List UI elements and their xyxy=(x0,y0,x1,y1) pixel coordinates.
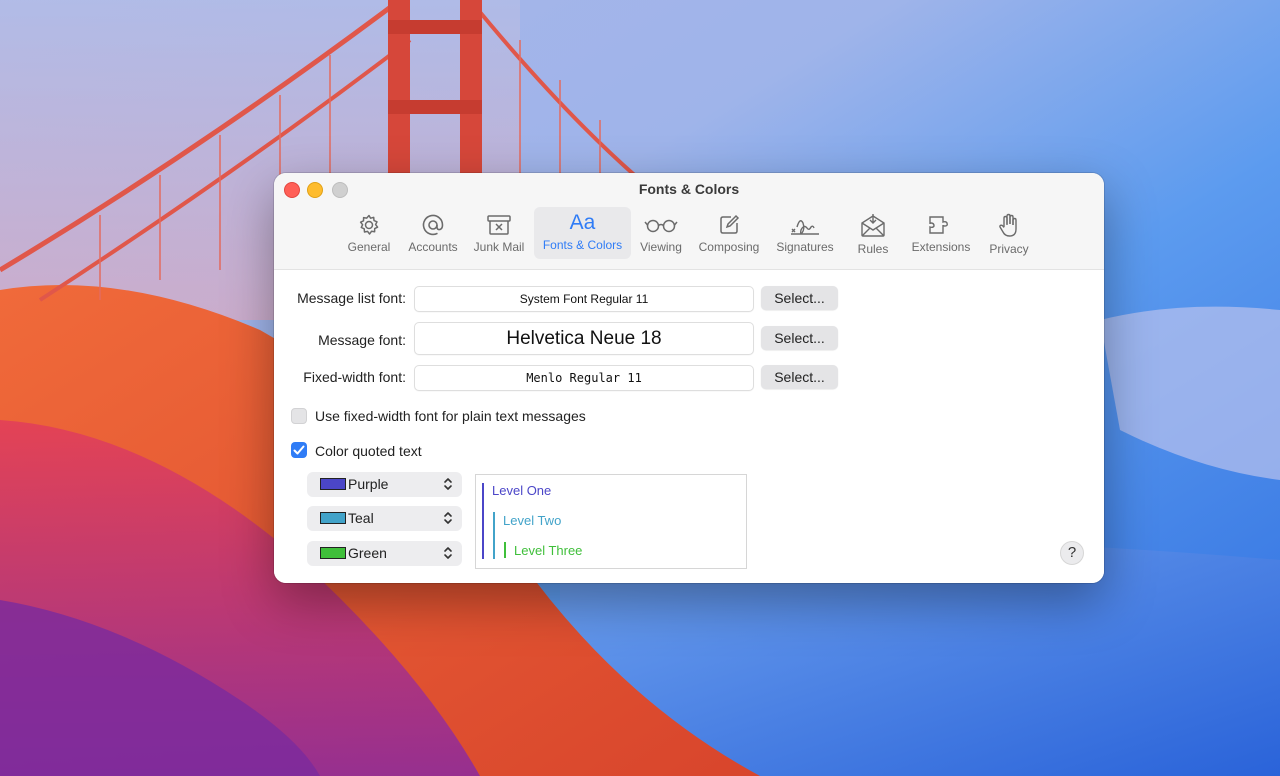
tab-junk-mail-label: Junk Mail xyxy=(473,240,525,254)
preferences-toolbar: General Accounts Junk Mail Aa Fonts & Co… xyxy=(274,207,1104,263)
compose-icon xyxy=(720,214,740,234)
tab-rules-label: Rules xyxy=(857,242,889,256)
level-three-color-name: Green xyxy=(348,545,387,561)
level-one-color-name: Purple xyxy=(348,476,389,492)
puzzle-icon xyxy=(929,216,948,234)
level-three-text: Level Three xyxy=(514,543,583,558)
at-sign-icon xyxy=(422,214,444,236)
level-two-bar xyxy=(493,512,495,559)
tab-composing-label: Composing xyxy=(698,240,760,254)
tab-composing[interactable]: Composing xyxy=(694,207,764,259)
tab-privacy-label: Privacy xyxy=(989,242,1029,256)
green-swatch xyxy=(320,547,346,559)
tab-signatures[interactable]: Signatures xyxy=(772,207,838,259)
popup-chevron-icon xyxy=(444,547,452,559)
tab-fonts-colors[interactable]: Aa Fonts & Colors xyxy=(534,207,631,259)
tab-privacy[interactable]: Privacy xyxy=(984,207,1034,259)
fonts-icon: Aa xyxy=(569,211,596,234)
tab-accounts[interactable]: Accounts xyxy=(404,207,462,259)
level-two-color-popup[interactable]: Teal xyxy=(307,506,462,531)
rules-envelope-icon xyxy=(861,214,885,237)
level-two-text: Level Two xyxy=(503,513,562,528)
gear-icon xyxy=(359,214,379,235)
tab-accounts-label: Accounts xyxy=(408,240,458,254)
fixed-width-font-field: Menlo Regular 11 xyxy=(414,365,754,391)
junk-mail-icon xyxy=(487,215,511,235)
tab-junk-mail[interactable]: Junk Mail xyxy=(470,207,528,259)
help-button[interactable]: ? xyxy=(1060,541,1084,565)
message-font-label: Message font: xyxy=(318,332,406,348)
signature-icon xyxy=(791,220,819,235)
tab-general[interactable]: General xyxy=(344,207,394,259)
fixed-width-font-label: Fixed-width font: xyxy=(303,369,406,385)
message-font-field: Helvetica Neue 18 xyxy=(414,322,754,355)
checkmark-icon xyxy=(293,445,305,455)
purple-swatch xyxy=(320,478,346,490)
title-bar: Fonts & Colors General Accounts Junk Mai… xyxy=(274,173,1104,270)
window-title: Fonts & Colors xyxy=(638,181,740,197)
tab-signatures-label: Signatures xyxy=(776,240,834,254)
level-two-color-name: Teal xyxy=(348,510,374,526)
preferences-window: Fonts & Colors General Accounts Junk Mai… xyxy=(274,173,1104,583)
fixed-width-font-select-button[interactable]: Select... xyxy=(761,365,838,389)
level-one-bar xyxy=(482,483,484,559)
color-quoted-text-checkbox[interactable] xyxy=(291,442,307,458)
glasses-icon xyxy=(644,219,678,233)
teal-swatch xyxy=(320,512,346,524)
level-three-bar xyxy=(504,542,506,558)
level-three-color-popup[interactable]: Green xyxy=(307,541,462,566)
quote-preview: Level One Level Two Level Three xyxy=(475,474,747,569)
tab-extensions[interactable]: Extensions xyxy=(904,207,978,259)
use-fixed-width-label: Use fixed-width font for plain text mess… xyxy=(315,408,586,424)
message-list-font-label: Message list font: xyxy=(297,290,406,306)
tab-general-label: General xyxy=(347,240,391,254)
tab-extensions-label: Extensions xyxy=(911,240,971,254)
message-font-select-button[interactable]: Select... xyxy=(761,326,838,350)
color-quoted-text-label: Color quoted text xyxy=(315,443,422,459)
level-one-color-popup[interactable]: Purple xyxy=(307,472,462,497)
hand-icon xyxy=(999,213,1017,237)
message-list-font-field: System Font Regular 11 xyxy=(414,286,754,312)
tab-rules[interactable]: Rules xyxy=(850,207,896,259)
use-fixed-width-checkbox[interactable] xyxy=(291,408,307,424)
fonts-colors-pane: Message list font: System Font Regular 1… xyxy=(274,270,1104,583)
message-list-font-select-button[interactable]: Select... xyxy=(761,286,838,310)
tab-viewing[interactable]: Viewing xyxy=(636,207,686,259)
popup-chevron-icon xyxy=(444,512,452,524)
popup-chevron-icon xyxy=(444,478,452,490)
level-one-text: Level One xyxy=(492,483,552,498)
tab-viewing-label: Viewing xyxy=(640,240,682,254)
tab-fonts-colors-label: Fonts & Colors xyxy=(542,238,623,252)
